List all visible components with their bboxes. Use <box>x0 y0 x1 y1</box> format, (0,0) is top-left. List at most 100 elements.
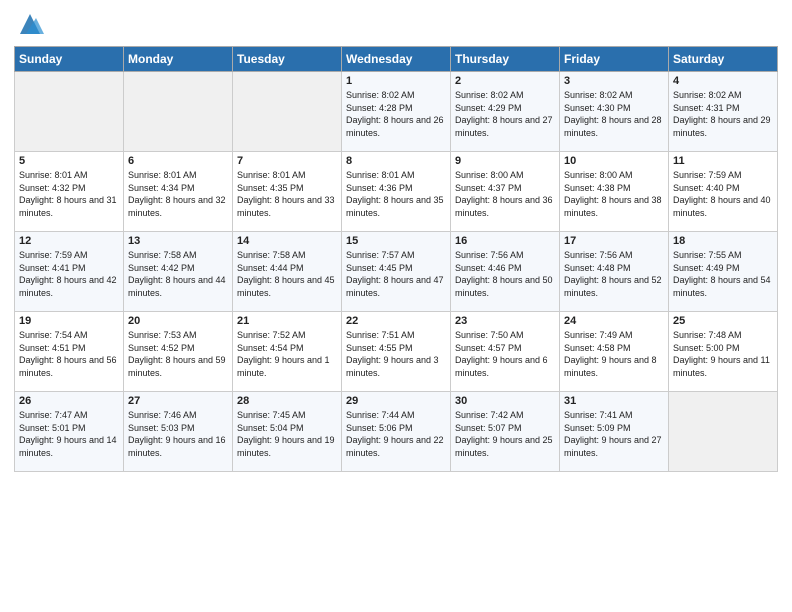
day-info: Sunrise: 7:56 AM Sunset: 4:46 PM Dayligh… <box>455 249 555 299</box>
day-cell <box>669 392 778 472</box>
week-row-2: 5 Sunrise: 8:01 AM Sunset: 4:32 PM Daylig… <box>15 152 778 232</box>
day-info: Sunrise: 8:00 AM Sunset: 4:38 PM Dayligh… <box>564 169 664 219</box>
day-number: 11 <box>673 155 773 167</box>
day-cell: 21 Sunrise: 7:52 AM Sunset: 4:54 PM Dayli… <box>233 312 342 392</box>
day-cell: 6 Sunrise: 8:01 AM Sunset: 4:34 PM Daylig… <box>124 152 233 232</box>
logo-icon <box>16 10 44 38</box>
day-cell: 3 Sunrise: 8:02 AM Sunset: 4:30 PM Daylig… <box>560 72 669 152</box>
day-info: Sunrise: 7:58 AM Sunset: 4:44 PM Dayligh… <box>237 249 337 299</box>
day-info: Sunrise: 8:01 AM Sunset: 4:34 PM Dayligh… <box>128 169 228 219</box>
day-number: 1 <box>346 75 446 87</box>
day-info: Sunrise: 8:02 AM Sunset: 4:28 PM Dayligh… <box>346 89 446 139</box>
logo <box>14 10 44 38</box>
day-info: Sunrise: 7:56 AM Sunset: 4:48 PM Dayligh… <box>564 249 664 299</box>
day-number: 10 <box>564 155 664 167</box>
day-cell: 11 Sunrise: 7:59 AM Sunset: 4:40 PM Dayli… <box>669 152 778 232</box>
weekday-header-wednesday: Wednesday <box>342 47 451 72</box>
day-cell: 1 Sunrise: 8:02 AM Sunset: 4:28 PM Daylig… <box>342 72 451 152</box>
weekday-header-monday: Monday <box>124 47 233 72</box>
day-number: 8 <box>346 155 446 167</box>
day-info: Sunrise: 8:01 AM Sunset: 4:32 PM Dayligh… <box>19 169 119 219</box>
day-info: Sunrise: 8:02 AM Sunset: 4:30 PM Dayligh… <box>564 89 664 139</box>
day-info: Sunrise: 7:53 AM Sunset: 4:52 PM Dayligh… <box>128 329 228 379</box>
header <box>14 10 778 38</box>
day-number: 26 <box>19 395 119 407</box>
day-number: 13 <box>128 235 228 247</box>
day-info: Sunrise: 7:57 AM Sunset: 4:45 PM Dayligh… <box>346 249 446 299</box>
day-cell: 28 Sunrise: 7:45 AM Sunset: 5:04 PM Dayli… <box>233 392 342 472</box>
day-cell: 26Sunrise: 7:47 AM Sunset: 5:01 PM Dayli… <box>15 392 124 472</box>
weekday-header-friday: Friday <box>560 47 669 72</box>
day-cell: 17 Sunrise: 7:56 AM Sunset: 4:48 PM Dayli… <box>560 232 669 312</box>
day-cell: 24 Sunrise: 7:49 AM Sunset: 4:58 PM Dayli… <box>560 312 669 392</box>
day-info: Sunrise: 7:41 AM Sunset: 5:09 PM Dayligh… <box>564 409 664 459</box>
day-info: Sunrise: 8:01 AM Sunset: 4:35 PM Dayligh… <box>237 169 337 219</box>
day-info: Sunrise: 7:59 AM Sunset: 4:41 PM Dayligh… <box>19 249 119 299</box>
day-info: Sunrise: 7:50 AM Sunset: 4:57 PM Dayligh… <box>455 329 555 379</box>
day-info: Sunrise: 7:55 AM Sunset: 4:49 PM Dayligh… <box>673 249 773 299</box>
day-info: Sunrise: 8:01 AM Sunset: 4:36 PM Dayligh… <box>346 169 446 219</box>
day-info: Sunrise: 7:59 AM Sunset: 4:40 PM Dayligh… <box>673 169 773 219</box>
day-cell: 18 Sunrise: 7:55 AM Sunset: 4:49 PM Dayli… <box>669 232 778 312</box>
day-cell: 31Sunrise: 7:41 AM Sunset: 5:09 PM Dayli… <box>560 392 669 472</box>
day-cell: 8 Sunrise: 8:01 AM Sunset: 4:36 PM Daylig… <box>342 152 451 232</box>
day-info: Sunrise: 8:00 AM Sunset: 4:37 PM Dayligh… <box>455 169 555 219</box>
day-number: 25 <box>673 315 773 327</box>
day-number: 30 <box>455 395 555 407</box>
day-cell: 10 Sunrise: 8:00 AM Sunset: 4:38 PM Dayli… <box>560 152 669 232</box>
day-number: 7 <box>237 155 337 167</box>
day-number: 3 <box>564 75 664 87</box>
day-info: Sunrise: 8:02 AM Sunset: 4:31 PM Dayligh… <box>673 89 773 139</box>
day-number: 6 <box>128 155 228 167</box>
weekday-header-sunday: Sunday <box>15 47 124 72</box>
day-number: 28 <box>237 395 337 407</box>
day-number: 5 <box>19 155 119 167</box>
weekday-header-row: SundayMondayTuesdayWednesdayThursdayFrid… <box>15 47 778 72</box>
day-info: Sunrise: 7:44 AM Sunset: 5:06 PM Dayligh… <box>346 409 446 459</box>
day-info: Sunrise: 7:45 AM Sunset: 5:04 PM Dayligh… <box>237 409 337 459</box>
day-number: 12 <box>19 235 119 247</box>
week-row-1: 1 Sunrise: 8:02 AM Sunset: 4:28 PM Daylig… <box>15 72 778 152</box>
day-cell: 16Sunrise: 7:56 AM Sunset: 4:46 PM Dayli… <box>451 232 560 312</box>
weekday-header-tuesday: Tuesday <box>233 47 342 72</box>
day-info: Sunrise: 7:49 AM Sunset: 4:58 PM Dayligh… <box>564 329 664 379</box>
day-number: 2 <box>455 75 555 87</box>
day-cell <box>15 72 124 152</box>
day-number: 17 <box>564 235 664 247</box>
day-cell: 23 Sunrise: 7:50 AM Sunset: 4:57 PM Dayli… <box>451 312 560 392</box>
day-number: 27 <box>128 395 228 407</box>
day-info: Sunrise: 7:51 AM Sunset: 4:55 PM Dayligh… <box>346 329 446 379</box>
day-number: 19 <box>19 315 119 327</box>
day-cell: 9 Sunrise: 8:00 AM Sunset: 4:37 PM Daylig… <box>451 152 560 232</box>
weekday-header-saturday: Saturday <box>669 47 778 72</box>
day-number: 14 <box>237 235 337 247</box>
day-cell: 15Sunrise: 7:57 AM Sunset: 4:45 PM Dayli… <box>342 232 451 312</box>
day-cell: 12 Sunrise: 7:59 AM Sunset: 4:41 PM Dayli… <box>15 232 124 312</box>
day-cell: 22 Sunrise: 7:51 AM Sunset: 4:55 PM Dayli… <box>342 312 451 392</box>
day-cell: 29 Sunrise: 7:44 AM Sunset: 5:06 PM Dayli… <box>342 392 451 472</box>
day-info: Sunrise: 7:52 AM Sunset: 4:54 PM Dayligh… <box>237 329 337 379</box>
day-cell <box>124 72 233 152</box>
day-number: 21 <box>237 315 337 327</box>
day-number: 23 <box>455 315 555 327</box>
day-cell: 4 Sunrise: 8:02 AM Sunset: 4:31 PM Daylig… <box>669 72 778 152</box>
page: SundayMondayTuesdayWednesdayThursdayFrid… <box>0 0 792 612</box>
day-info: Sunrise: 7:54 AM Sunset: 4:51 PM Dayligh… <box>19 329 119 379</box>
day-cell: 27 Sunrise: 7:46 AM Sunset: 5:03 PM Dayli… <box>124 392 233 472</box>
day-number: 18 <box>673 235 773 247</box>
day-number: 22 <box>346 315 446 327</box>
day-number: 24 <box>564 315 664 327</box>
day-cell: 2 Sunrise: 8:02 AM Sunset: 4:29 PM Daylig… <box>451 72 560 152</box>
day-info: Sunrise: 8:02 AM Sunset: 4:29 PM Dayligh… <box>455 89 555 139</box>
day-cell: 14 Sunrise: 7:58 AM Sunset: 4:44 PM Dayli… <box>233 232 342 312</box>
week-row-4: 19 Sunrise: 7:54 AM Sunset: 4:51 PM Dayli… <box>15 312 778 392</box>
day-cell: 19 Sunrise: 7:54 AM Sunset: 4:51 PM Dayli… <box>15 312 124 392</box>
day-info: Sunrise: 7:46 AM Sunset: 5:03 PM Dayligh… <box>128 409 228 459</box>
day-info: Sunrise: 7:42 AM Sunset: 5:07 PM Dayligh… <box>455 409 555 459</box>
calendar-table: SundayMondayTuesdayWednesdayThursdayFrid… <box>14 46 778 472</box>
day-cell: 7 Sunrise: 8:01 AM Sunset: 4:35 PM Daylig… <box>233 152 342 232</box>
week-row-3: 12 Sunrise: 7:59 AM Sunset: 4:41 PM Dayli… <box>15 232 778 312</box>
day-number: 29 <box>346 395 446 407</box>
day-number: 4 <box>673 75 773 87</box>
day-number: 9 <box>455 155 555 167</box>
